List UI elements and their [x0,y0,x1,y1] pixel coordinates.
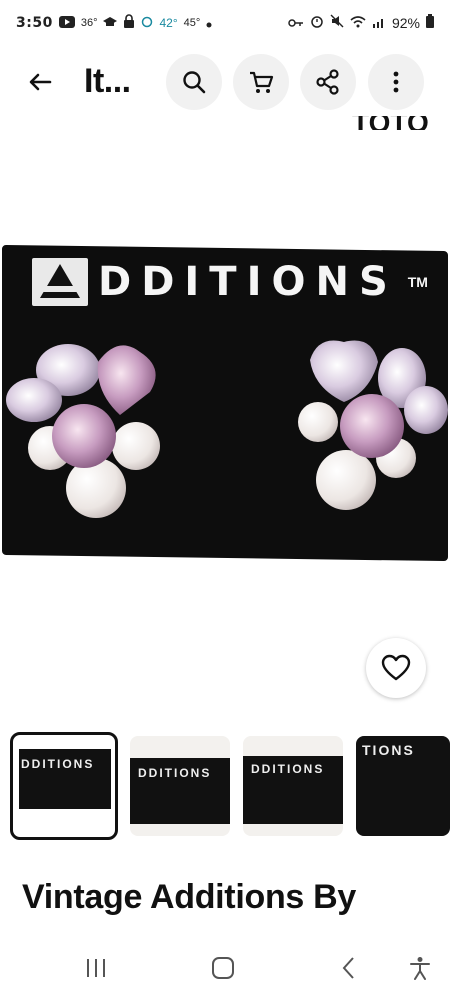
heart-icon [381,654,411,681]
thumbnail-2[interactable]: DDITIONS [130,736,230,836]
thumbnail-1[interactable]: DDITIONS [10,732,118,840]
search-icon [183,71,206,94]
share-button[interactable] [300,54,356,110]
thumbnail-label: TIONS [362,742,415,758]
recent-apps-icon [87,959,105,977]
back-nav-button[interactable] [329,952,369,984]
favorite-button[interactable] [366,638,426,698]
more-options-button[interactable] [368,54,424,110]
battery-icon [426,14,434,31]
cart-button[interactable] [233,54,289,110]
more-vert-icon [393,71,399,93]
thumbnail-3[interactable]: DDITIONS [243,736,343,836]
status-time: 3:50 [16,14,53,31]
system-nav-bar [0,940,450,1000]
search-button[interactable] [166,54,222,110]
thumbnail-label: DDITIONS [251,762,325,776]
lock-icon [123,14,135,31]
thumbnail-4[interactable]: TIONS [356,736,450,836]
status-bar: 3:50 36° 42° 45° 92% [0,0,450,48]
share-icon [316,69,339,95]
signal-icon [372,15,386,31]
accessibility-icon [410,957,430,980]
accessibility-button[interactable] [400,952,440,984]
youtube-icon [58,15,75,31]
page-title: It... [84,62,131,100]
mute-icon [330,14,344,31]
notification-dot-icon [206,15,212,31]
thumbnail-label: DDITIONS [138,766,212,780]
thumbnail-strip: DDITIONS DDITIONS DDITIONS TIONS [10,732,450,840]
cart-icon [250,71,274,93]
weather-icon [141,15,153,31]
status-temp-small: 36° [80,16,98,29]
back-button[interactable] [20,62,60,102]
home-icon [212,957,234,979]
status-temp: 42° [159,15,178,30]
status-right: 92% [288,14,434,31]
wifi-icon [350,15,366,31]
earrings-illustration [6,340,448,518]
chevron-left-icon [342,957,354,979]
thumbnail-label: DDITIONS [21,757,95,771]
product-image[interactable]: DDITIONS TM [0,130,450,710]
graduation-cap-icon [103,15,118,31]
back-arrow-icon [29,73,52,91]
key-icon [288,15,304,31]
alarm-icon [310,14,324,31]
app-bar: It... [0,52,450,112]
battery-percent: 92% [391,14,420,31]
status-temp-feels: 45° [183,16,201,29]
status-left: 3:50 36° 42° 45° [16,14,212,31]
home-button[interactable] [203,952,243,984]
recent-apps-button[interactable] [76,952,116,984]
item-title: Vintage Additions By [22,878,357,916]
